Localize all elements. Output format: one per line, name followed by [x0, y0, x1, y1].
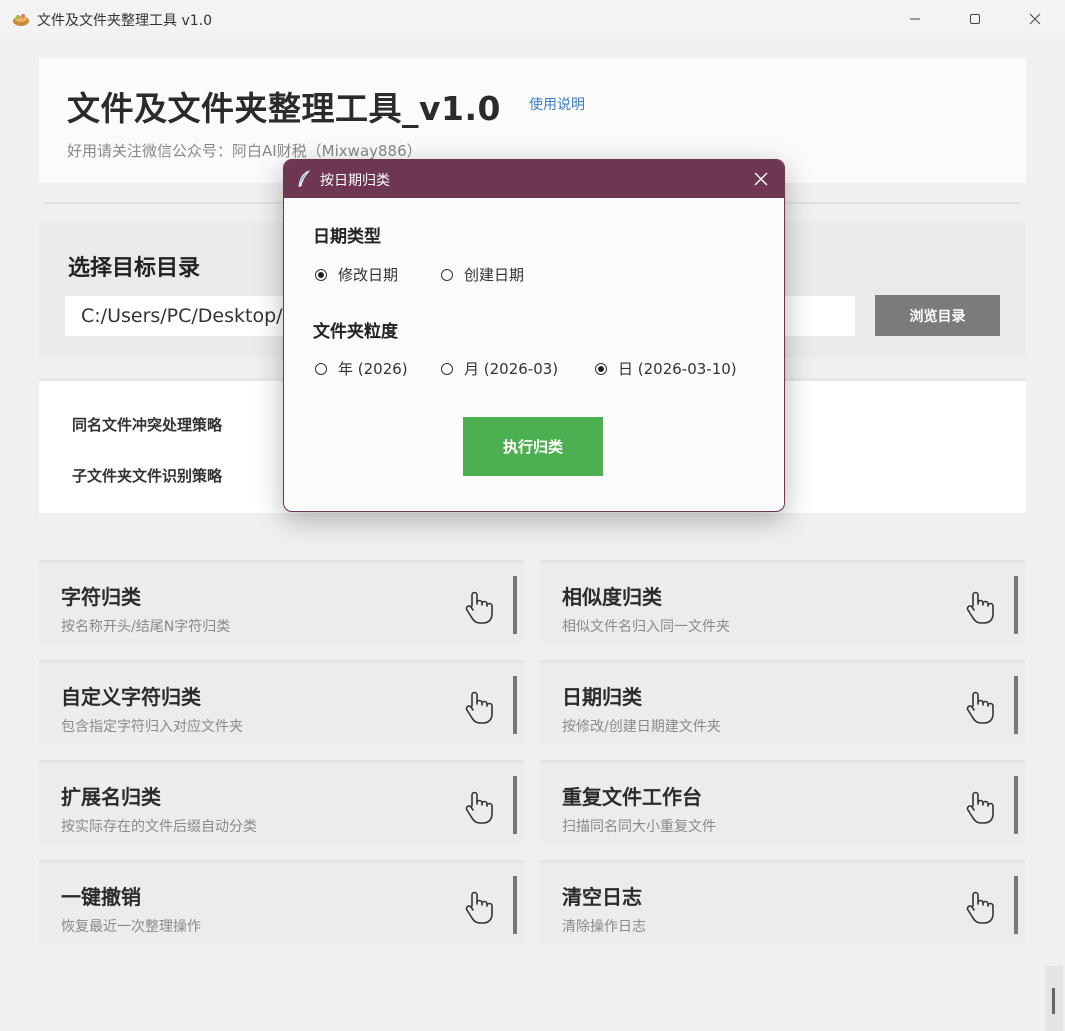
- tile-accent-bar: [1014, 876, 1018, 934]
- tile-title: 重复文件工作台: [562, 785, 702, 809]
- hand-pointer-icon: [966, 691, 994, 724]
- help-link[interactable]: 使用说明: [529, 94, 585, 114]
- granularity-heading: 文件夹粒度: [313, 322, 398, 342]
- date-classify-dialog: 按日期归类 日期类型 修改日期 创建日期 文件夹粒度 年 (2026) 月 (2…: [283, 159, 785, 512]
- radio-indicator: [315, 362, 327, 375]
- subtitle: 好用请关注微信公众号：阿白AI财税（Mixway886）: [67, 142, 422, 160]
- tile-desc: 按修改/创建日期建文件夹: [562, 719, 721, 735]
- tile-desc: 清除操作日志: [562, 919, 646, 935]
- tile-custom-char-classify[interactable]: 自定义字符归类 包含指定字符归入对应文件夹: [39, 660, 524, 744]
- scrollbar-thumb[interactable]: [1052, 988, 1055, 1014]
- tile-title: 字符归类: [61, 585, 141, 609]
- maximize-button[interactable]: [952, 0, 998, 38]
- hand-pointer-icon: [465, 691, 493, 724]
- hand-pointer-icon: [465, 591, 493, 624]
- hand-pointer-icon: [966, 891, 994, 924]
- conflict-strategy-label: 同名文件冲突处理策略: [72, 416, 223, 434]
- radio-month[interactable]: 月 (2026-03): [441, 358, 558, 379]
- window-titlebar: 文件及文件夹整理工具 v1.0: [0, 0, 1065, 38]
- hand-pointer-icon: [465, 791, 493, 824]
- tile-accent-bar: [1014, 776, 1018, 834]
- feather-icon: [298, 170, 311, 188]
- close-icon: [1029, 13, 1041, 25]
- tile-clear-log[interactable]: 清空日志 清除操作日志: [540, 860, 1025, 944]
- radio-label: 日 (2026-03-10): [618, 360, 737, 378]
- radio-modified-date[interactable]: 修改日期: [315, 264, 398, 285]
- close-icon: [754, 172, 768, 186]
- tile-desc: 按名称开头/结尾N字符归类: [61, 619, 231, 635]
- tile-accent-bar: [513, 776, 517, 834]
- radio-year[interactable]: 年 (2026): [315, 358, 408, 379]
- date-type-heading: 日期类型: [313, 227, 381, 247]
- radio-day[interactable]: 日 (2026-03-10): [595, 358, 737, 379]
- minimize-icon: [910, 18, 920, 20]
- close-button[interactable]: [1012, 0, 1058, 38]
- tile-desc: 按实际存在的文件后缀自动分类: [61, 819, 257, 835]
- radio-indicator: [595, 362, 607, 375]
- tile-accent-bar: [513, 576, 517, 634]
- tile-accent-bar: [1014, 576, 1018, 634]
- tile-title: 扩展名归类: [61, 785, 161, 809]
- app-heading: 文件及文件夹整理工具_v1.0: [67, 89, 501, 128]
- tile-accent-bar: [513, 876, 517, 934]
- radio-created-date[interactable]: 创建日期: [441, 264, 524, 285]
- tile-extension-classify[interactable]: 扩展名归类 按实际存在的文件后缀自动分类: [39, 760, 524, 844]
- radio-label: 月 (2026-03): [464, 360, 559, 378]
- hand-pointer-icon: [966, 591, 994, 624]
- tile-title: 清空日志: [562, 885, 642, 909]
- tile-desc: 包含指定字符归入对应文件夹: [61, 719, 243, 735]
- hand-pointer-icon: [465, 891, 493, 924]
- radio-label: 创建日期: [464, 266, 525, 284]
- tile-title: 自定义字符归类: [61, 685, 201, 709]
- radio-label: 修改日期: [338, 266, 399, 284]
- tile-desc: 恢复最近一次整理操作: [61, 919, 201, 935]
- app-icon: [13, 14, 29, 26]
- tile-title: 相似度归类: [562, 585, 662, 609]
- tile-similarity-classify[interactable]: 相似度归类 相似文件名归入同一文件夹: [540, 560, 1025, 644]
- window-title: 文件及文件夹整理工具 v1.0: [37, 13, 212, 29]
- tile-char-classify[interactable]: 字符归类 按名称开头/结尾N字符归类: [39, 560, 524, 644]
- tile-desc: 相似文件名归入同一文件夹: [562, 619, 730, 635]
- radio-indicator: [441, 362, 453, 375]
- subfolder-strategy-label: 子文件夹文件识别策略: [72, 467, 223, 485]
- tile-title: 一键撤销: [61, 885, 141, 909]
- maximize-icon: [970, 14, 980, 24]
- tile-accent-bar: [513, 676, 517, 734]
- minimize-button[interactable]: [892, 0, 938, 38]
- hand-pointer-icon: [966, 791, 994, 824]
- tile-date-classify[interactable]: 日期归类 按修改/创建日期建文件夹: [540, 660, 1025, 744]
- dialog-close-button[interactable]: [748, 166, 774, 191]
- tile-desc: 扫描同名同大小重复文件: [562, 819, 716, 835]
- execute-classify-button[interactable]: 执行归类: [463, 417, 603, 476]
- browse-button[interactable]: 浏览目录: [875, 295, 1000, 336]
- dialog-title: 按日期归类: [320, 173, 390, 189]
- radio-indicator: [441, 268, 453, 281]
- dialog-titlebar: 按日期归类: [284, 160, 784, 198]
- tile-accent-bar: [1014, 676, 1018, 734]
- radio-indicator: [315, 268, 327, 281]
- tile-undo[interactable]: 一键撤销 恢复最近一次整理操作: [39, 860, 524, 944]
- tile-duplicate-workbench[interactable]: 重复文件工作台 扫描同名同大小重复文件: [540, 760, 1025, 844]
- tile-title: 日期归类: [562, 685, 642, 709]
- target-dir-heading: 选择目标目录: [68, 256, 201, 281]
- radio-label: 年 (2026): [338, 360, 408, 378]
